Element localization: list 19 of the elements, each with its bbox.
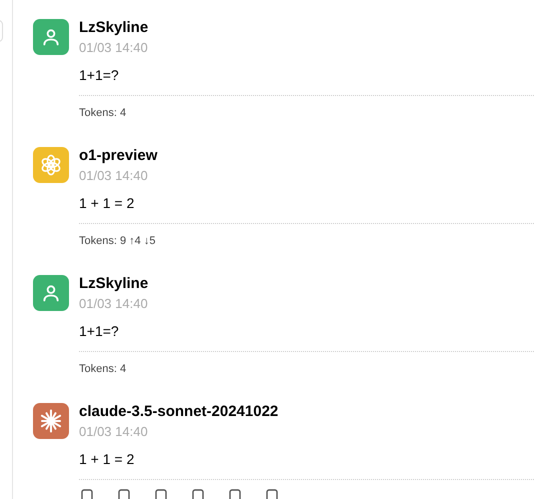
person-icon bbox=[41, 283, 61, 303]
sender-name: LzSkyline bbox=[79, 18, 150, 38]
token-count: Tokens: 4 bbox=[79, 106, 128, 121]
message-time: 01/03 14:40 bbox=[79, 39, 149, 57]
message-time: 01/03 14:40 bbox=[79, 295, 149, 313]
message-time: 01/03 14:40 bbox=[79, 423, 149, 441]
message-text: 1+1=? bbox=[79, 66, 120, 85]
token-count: Tokens: 9 ↑4 ↓5 bbox=[79, 234, 156, 249]
starburst-icon bbox=[39, 409, 63, 433]
sender-name: claude-3.5-sonnet-20241022 bbox=[79, 402, 280, 422]
person-icon bbox=[41, 27, 61, 47]
message-text: 1 + 1 = 2 bbox=[79, 194, 136, 213]
sender-name: o1-preview bbox=[79, 146, 158, 166]
message-text: 1+1=? bbox=[79, 322, 120, 341]
token-count: Tokens: 4 bbox=[79, 362, 128, 377]
knot-icon bbox=[39, 153, 63, 177]
message-time: 01/03 14:40 bbox=[79, 167, 149, 185]
sender-name: LzSkyline bbox=[79, 274, 150, 294]
message-text: 1 + 1 = 2 bbox=[79, 450, 136, 469]
